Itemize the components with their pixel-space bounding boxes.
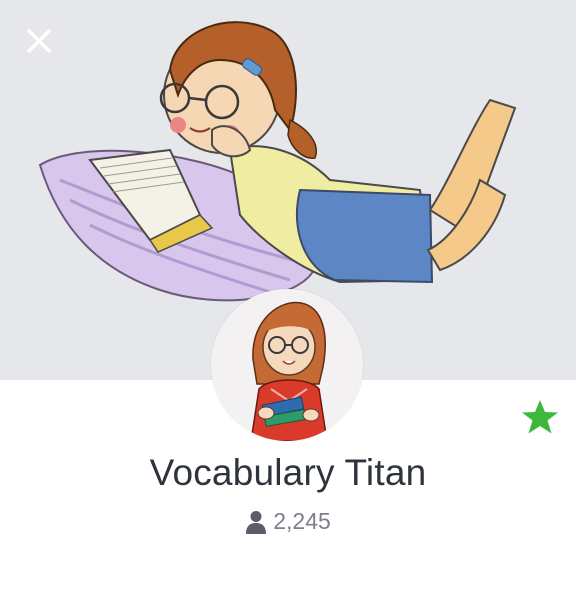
close-button[interactable] bbox=[22, 24, 56, 58]
avatar-illustration bbox=[211, 289, 363, 441]
close-icon bbox=[27, 29, 51, 53]
star-icon bbox=[522, 400, 558, 434]
profile-screen: Vocabulary Titan 2,245 bbox=[0, 0, 576, 594]
person-icon bbox=[246, 510, 267, 534]
member-count: 2,245 bbox=[0, 508, 576, 535]
member-count-value: 2,245 bbox=[273, 508, 331, 534]
avatar[interactable] bbox=[211, 289, 363, 441]
favorite-button[interactable] bbox=[521, 399, 559, 435]
profile-name: Vocabulary Titan bbox=[149, 452, 427, 493]
